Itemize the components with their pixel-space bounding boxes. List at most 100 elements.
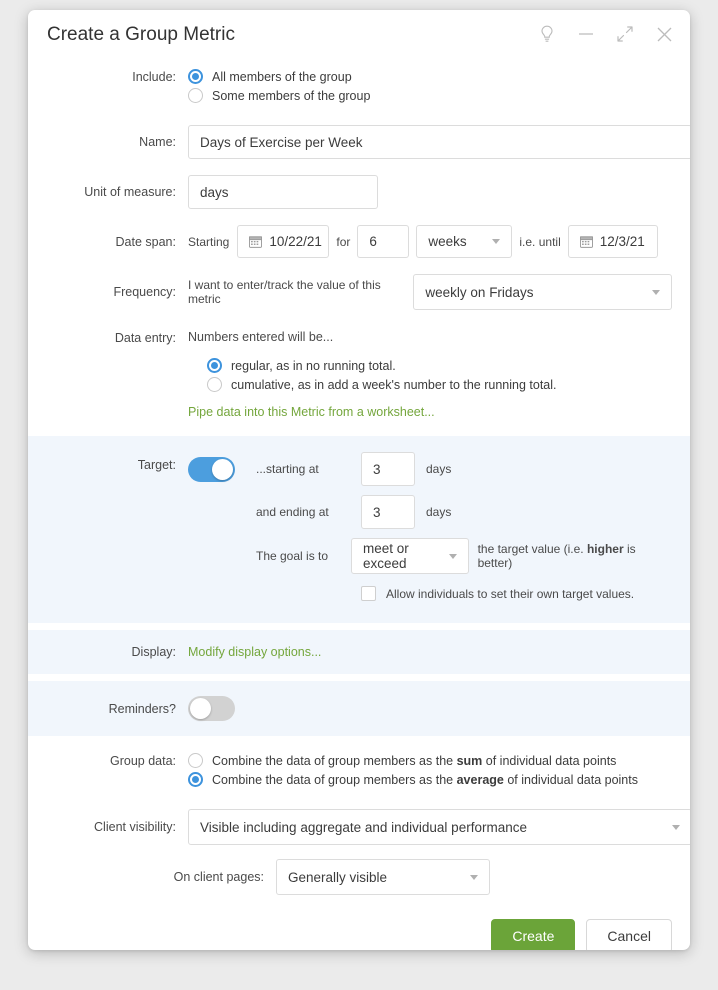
duration-input[interactable]: 6: [357, 225, 410, 258]
target-ending-label: and ending at: [256, 505, 329, 519]
frequency-select[interactable]: weekly on Fridays: [413, 274, 672, 310]
chevron-down-icon: [448, 553, 457, 559]
group-data-option-sum[interactable]: Combine the data of group members as the…: [188, 753, 672, 768]
end-date-value: 12/3/21: [599, 234, 645, 249]
dialog-title: Create a Group Metric: [47, 24, 235, 45]
include-option-some[interactable]: Some members of the group: [188, 88, 672, 103]
target-starting-unit: days: [426, 462, 452, 476]
chevron-down-icon: [492, 239, 501, 244]
name-input[interactable]: Days of Exercise per Week: [188, 125, 690, 159]
date-span-row: Date span: Starting 10/22/21 for 6 weeks…: [28, 225, 690, 258]
target-starting-row: ...starting at 3 days: [188, 452, 654, 486]
group-data-option-sum-label: Combine the data of group members as the…: [212, 753, 617, 768]
radio-cumulative[interactable]: [207, 377, 222, 392]
reminders-label: Reminders?: [108, 701, 176, 716]
expand-icon[interactable]: [615, 24, 635, 44]
unit-label: Unit of measure:: [84, 185, 176, 199]
modify-display-options-link[interactable]: Modify display options...: [188, 645, 321, 659]
data-entry-row: Data entry: Numbers entered will be... r…: [28, 330, 690, 419]
cancel-button[interactable]: Cancel: [586, 919, 672, 950]
calendar-icon: [579, 236, 593, 248]
target-ending-unit: days: [426, 505, 452, 519]
end-date-input[interactable]: 12/3/21: [567, 225, 658, 258]
group-data-row: Group data: Combine the data of group me…: [28, 753, 690, 791]
client-visibility-row: Client visibility: Visible including agg…: [28, 809, 690, 845]
unit-row: Unit of measure: days: [28, 175, 690, 209]
data-entry-option-cumulative-label: cumulative, as in add a week's number to…: [231, 377, 557, 392]
include-label: Include:: [132, 70, 176, 84]
data-entry-label: Data entry:: [114, 331, 176, 345]
client-pages-select[interactable]: Generally visible: [276, 859, 490, 895]
starting-text: Starting: [188, 234, 230, 249]
target-starting-input[interactable]: 3: [361, 452, 415, 486]
client-visibility-value: Visible including aggregate and individu…: [200, 819, 527, 835]
toggle-knob: [190, 698, 211, 719]
target-panel: Target: ...starting at 3 days and ending…: [28, 436, 690, 623]
group-data-option-average-label: Combine the data of group members as the…: [212, 772, 638, 787]
minimize-icon[interactable]: [576, 24, 596, 44]
start-date-input[interactable]: 10/22/21: [237, 225, 330, 258]
allow-individual-row[interactable]: Allow individuals to set their own targe…: [188, 586, 654, 601]
name-label: Name:: [139, 135, 176, 149]
frequency-value: weekly on Fridays: [425, 284, 534, 300]
data-entry-option-regular-label: regular, as in no running total.: [231, 358, 396, 373]
close-icon[interactable]: [654, 24, 674, 44]
allow-individual-targets-checkbox[interactable]: [361, 586, 376, 601]
hint-lightbulb-icon[interactable]: [537, 24, 557, 44]
data-entry-option-regular[interactable]: regular, as in no running total.: [207, 358, 672, 373]
group-data-label: Group data:: [109, 754, 176, 768]
duration-unit-select[interactable]: weeks: [416, 225, 513, 258]
dialog-actions: Create Cancel: [28, 919, 690, 950]
chevron-down-icon: [470, 874, 478, 880]
name-row: Name: Days of Exercise per Week: [28, 125, 690, 159]
dialog-titlebar: Create a Group Metric: [28, 10, 690, 60]
target-ending-input[interactable]: 3: [361, 495, 415, 529]
radio-average[interactable]: [188, 772, 203, 787]
include-option-all-label: All members of the group: [212, 69, 352, 84]
radio-sum[interactable]: [188, 753, 203, 768]
start-date-value: 10/22/21: [269, 234, 322, 249]
pipe-data-link[interactable]: Pipe data into this Metric from a worksh…: [188, 405, 672, 419]
create-group-metric-dialog: Create a Group Metric Include: All membe…: [28, 10, 690, 950]
frequency-label: Frequency:: [113, 285, 176, 299]
include-option-all[interactable]: All members of the group: [188, 69, 672, 84]
reminders-toggle[interactable]: [188, 696, 235, 721]
radio-some-members[interactable]: [188, 88, 203, 103]
data-entry-heading: Numbers entered will be...: [188, 330, 334, 344]
frequency-prefix: I want to enter/track the value of this …: [188, 278, 381, 306]
group-data-option-average[interactable]: Combine the data of group members as the…: [188, 772, 672, 787]
allow-individual-targets-label: Allow individuals to set their own targe…: [386, 586, 635, 601]
target-ending-row: and ending at 3 days: [188, 495, 654, 529]
chevron-down-icon: [652, 289, 660, 295]
target-starting-label: ...starting at: [256, 462, 319, 476]
reminders-panel: Reminders?: [28, 681, 690, 736]
unit-input[interactable]: days: [188, 175, 378, 209]
include-row: Include: All members of the group Some m…: [28, 69, 690, 107]
include-option-some-label: Some members of the group: [212, 88, 371, 103]
target-goal-label: The goal is to: [256, 549, 329, 563]
radio-all-members[interactable]: [188, 69, 203, 84]
until-text: i.e. until: [519, 234, 561, 249]
toggle-knob: [212, 458, 233, 480]
window-controls: [537, 24, 674, 44]
goal-suffix: the target value (i.e. higher is better): [477, 542, 636, 570]
create-button[interactable]: Create: [491, 919, 576, 950]
radio-regular[interactable]: [207, 358, 222, 373]
target-toggle[interactable]: [188, 456, 235, 482]
target-label: Target:: [137, 458, 176, 472]
display-panel: Display: Modify display options...: [28, 630, 690, 674]
target-goal-row: The goal is to meet or exceed the target…: [188, 538, 654, 574]
goal-direction-value: meet or exceed: [362, 541, 409, 571]
client-pages-value: Generally visible: [288, 869, 388, 885]
date-span-label: Date span:: [115, 234, 176, 249]
client-visibility-label: Client visibility:: [94, 820, 176, 834]
display-label: Display:: [131, 645, 176, 659]
duration-unit-value: weeks: [428, 234, 467, 249]
goal-direction-select[interactable]: meet or exceed: [350, 538, 469, 574]
client-visibility-select[interactable]: Visible including aggregate and individu…: [188, 809, 690, 845]
chevron-down-icon: [672, 824, 680, 830]
calendar-icon: [249, 236, 263, 248]
for-text: for: [336, 234, 351, 249]
data-entry-option-cumulative[interactable]: cumulative, as in add a week's number to…: [207, 377, 672, 392]
include-options: All members of the group Some members of…: [188, 69, 672, 107]
